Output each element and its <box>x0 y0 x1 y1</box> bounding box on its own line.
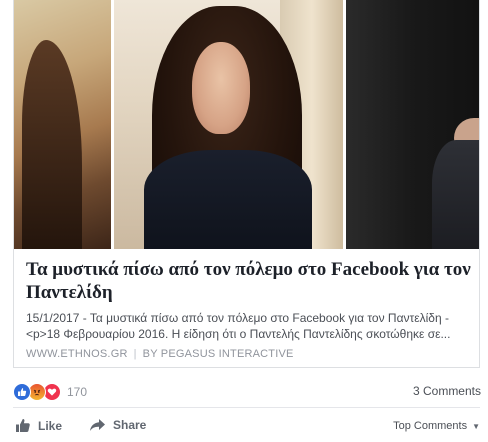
like-button[interactable]: Like <box>15 418 62 433</box>
thumbs-up-icon <box>15 418 31 433</box>
actions-divider <box>13 407 480 408</box>
like-icon <box>13 383 31 401</box>
photo-center-clothing <box>144 150 312 249</box>
comments-count-link[interactable]: 3 Comments <box>413 384 481 398</box>
source-separator: | <box>133 348 137 360</box>
comment-sort-dropdown[interactable]: Top Comments ▼ <box>393 420 480 432</box>
photo-center-selfie <box>112 0 344 249</box>
source-domain: WWW.ETHNOS.GR <box>26 348 128 360</box>
photo-center-face <box>192 42 250 134</box>
link-source: WWW.ETHNOS.GR | BY PEGASUS INTERACTIVE <box>26 348 294 360</box>
like-label: Like <box>38 418 63 433</box>
photo-divider <box>111 0 114 249</box>
link-preview-card[interactable]: Τα μυστικά πίσω από τον πόλεμο στο Faceb… <box>13 0 480 368</box>
share-arrow-icon <box>89 418 106 432</box>
preview-image-collage[interactable] <box>14 0 479 249</box>
source-author: BY PEGASUS INTERACTIVE <box>142 348 294 360</box>
photo-divider <box>343 0 346 249</box>
reactions-summary[interactable]: 170 <box>13 383 87 401</box>
share-label: Share <box>113 418 147 432</box>
reactions-count[interactable]: 170 <box>67 385 87 399</box>
share-button[interactable]: Share <box>89 418 146 432</box>
photo-left-hair <box>22 40 82 249</box>
link-description: 15/1/2017 - Τα μυστικά πίσω από τον πόλε… <box>26 310 472 342</box>
photo-left <box>14 0 112 249</box>
photo-right-suit <box>432 140 479 249</box>
photo-right <box>344 0 479 249</box>
link-title[interactable]: Τα μυστικά πίσω από τον πόλεμο στο Faceb… <box>26 258 472 304</box>
chevron-down-icon: ▼ <box>472 421 480 431</box>
link-description-line: 15/1/2017 - Τα μυστικά πίσω από τον πόλε… <box>26 311 449 325</box>
link-description-line: <p>18 Φεβρουαρίου 2016. Η είδηση ότι ο Π… <box>26 327 451 341</box>
comment-sort-label: Top Comments <box>393 420 468 432</box>
